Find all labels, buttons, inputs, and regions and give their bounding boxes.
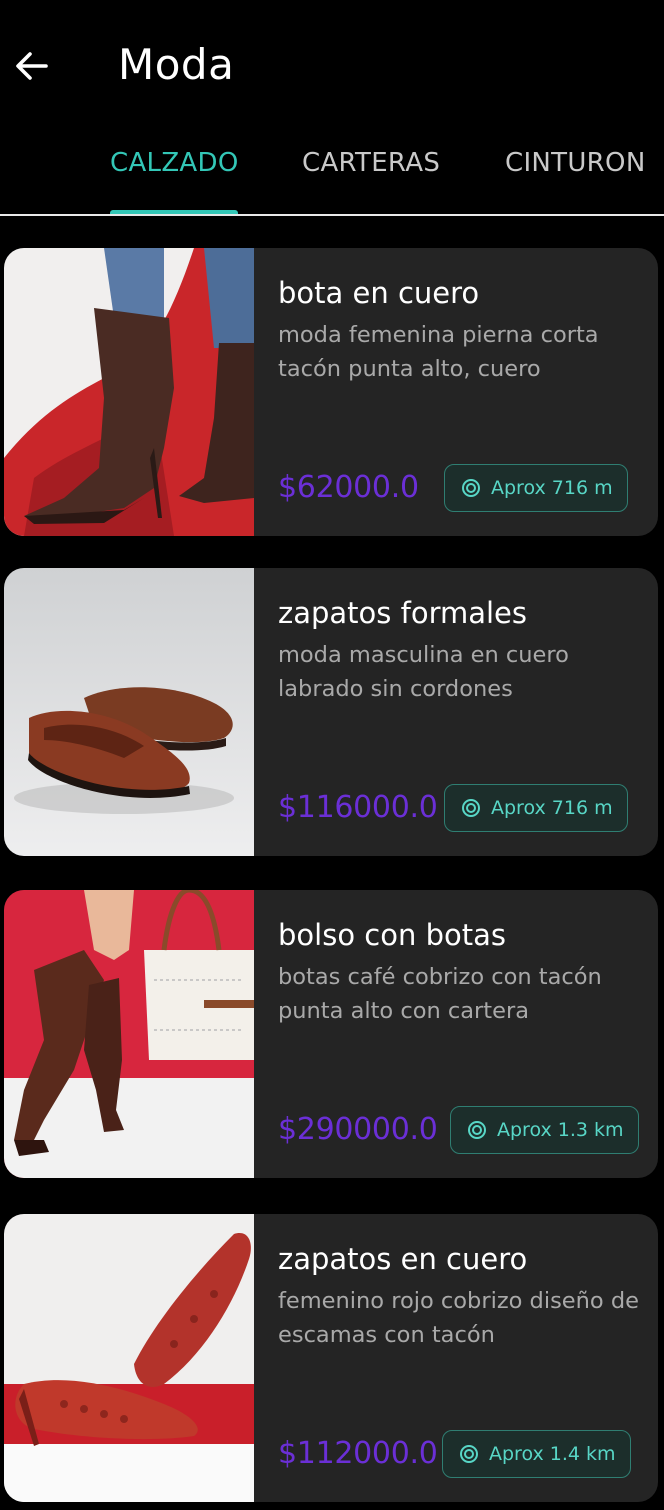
category-tabs: CALZADO CARTERAS CINTURON: [0, 130, 664, 216]
product-card[interactable]: zapatos en cuero femenino rojo cobrizo d…: [4, 1214, 658, 1502]
distance-chip[interactable]: Aprox 1.3 km: [450, 1106, 639, 1154]
product-title: zapatos en cuero: [278, 1242, 528, 1276]
product-price: $290000.0: [278, 1112, 438, 1147]
product-description: femenino rojo cobrizo diseño de escamas …: [278, 1288, 639, 1348]
product-description: moda femenina pierna corta tacón punta a…: [278, 322, 599, 382]
distance-label: Aprox 1.3 km: [497, 1119, 624, 1141]
tab-carteras[interactable]: CARTERAS: [302, 148, 440, 178]
distance-chip[interactable]: Aprox 716 m: [444, 464, 628, 512]
product-image-boots-handbag: [4, 890, 254, 1178]
app-header: Moda: [0, 0, 664, 130]
product-image-loafers: [4, 568, 254, 856]
target-icon: [467, 1120, 487, 1140]
product-price: $112000.0: [278, 1436, 438, 1471]
distance-chip[interactable]: Aprox 716 m: [444, 784, 628, 832]
product-price: $62000.0: [278, 470, 419, 505]
product-title: zapatos formales: [278, 596, 528, 630]
product-title: bolso con botas: [278, 918, 506, 952]
distance-label: Aprox 1.4 km: [489, 1443, 616, 1465]
distance-chip[interactable]: Aprox 1.4 km: [442, 1430, 631, 1478]
distance-label: Aprox 716 m: [491, 477, 613, 499]
product-price: $116000.0: [278, 790, 438, 825]
product-card[interactable]: bota en cuero moda femenina pierna corta…: [4, 248, 658, 536]
product-card[interactable]: zapatos formales moda masculina en cuero…: [4, 568, 658, 856]
tab-cinturon[interactable]: CINTURON: [505, 148, 646, 178]
page-title: Moda: [118, 40, 235, 89]
target-icon: [461, 798, 481, 818]
back-button[interactable]: [10, 44, 54, 88]
arrow-left-icon: [16, 52, 48, 80]
product-card[interactable]: bolso con botas botas café cobrizo con t…: [4, 890, 658, 1178]
product-image-snakeskin-pumps: [4, 1214, 254, 1502]
product-title: bota en cuero: [278, 276, 480, 310]
tab-calzado[interactable]: CALZADO: [110, 148, 239, 178]
target-icon: [461, 478, 481, 498]
tabs-divider: [0, 214, 664, 216]
target-icon: [459, 1444, 479, 1464]
product-description: moda masculina en cuero labrado sin cord…: [278, 642, 569, 702]
distance-label: Aprox 716 m: [491, 797, 613, 819]
product-image-ankle-boots: [4, 248, 254, 536]
product-description: botas café cobrizo con tacón punta alto …: [278, 964, 602, 1024]
